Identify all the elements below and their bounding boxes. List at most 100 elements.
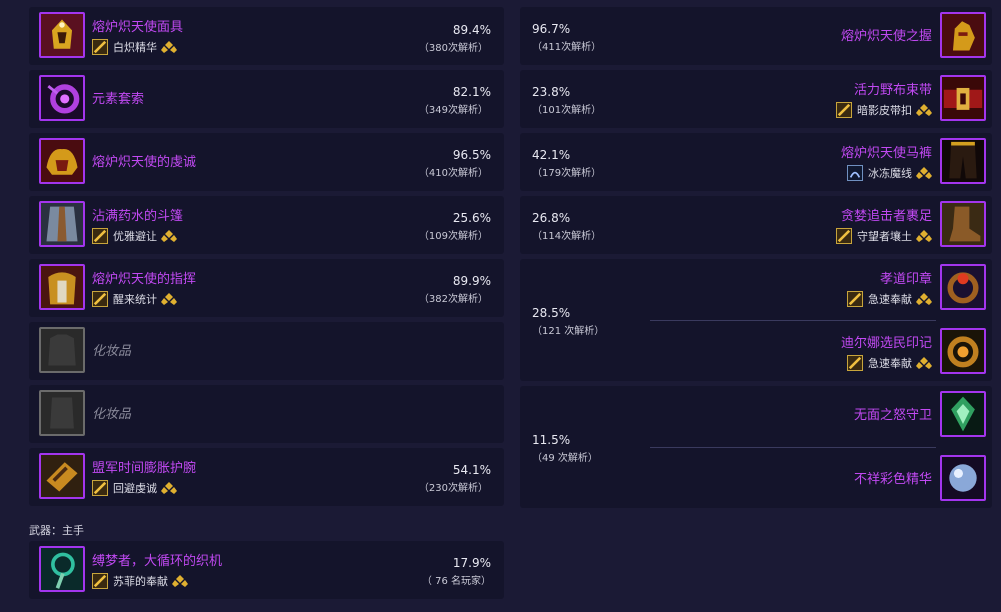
scroll-icon [836, 228, 852, 244]
enchant-name: 冰冻魔线 [868, 167, 912, 180]
item-name[interactable]: 不祥彩色精华 [854, 468, 932, 487]
parse-count: （410次解析） [418, 168, 488, 179]
gem-icon [916, 293, 932, 305]
gold-glove-icon[interactable] [940, 12, 986, 58]
gear-card-neck[interactable]: 元素套索 82.1% （349次解析） [29, 70, 504, 128]
usage-percent: 82.1% [452, 85, 491, 99]
enchant-name: 白炽精华 [113, 41, 157, 54]
cloak-icon[interactable] [39, 201, 85, 247]
item-name[interactable]: 迪尔娜选民印记 [841, 332, 932, 351]
enchant: 暗影皮带扣 [836, 102, 932, 118]
usage-percent: 89.9% [452, 274, 491, 288]
gear-card-shoulder[interactable]: 熔炉炽天使的虔诚 96.5% （410次解析） [29, 133, 504, 191]
item-name[interactable]: 缚梦者，大循环的织机 [92, 550, 222, 569]
gear-card-feet[interactable]: 26.8% （114次解析） 贪婪追击者裹足 守望者壤土 [520, 196, 992, 254]
item-name[interactable]: 无面之怒守卫 [854, 404, 932, 423]
item-name[interactable]: 贪婪追击者裹足 [841, 205, 932, 224]
item-name[interactable]: 盟军时间膨胀护腕 [92, 457, 196, 476]
buckle-icon [836, 102, 852, 118]
parse-count: （230次解析） [418, 483, 488, 494]
gem-icon [172, 575, 188, 587]
usage-percent: 17.9% [452, 556, 491, 570]
gear-card-legs[interactable]: 42.1% （179次解析） 熔炉炽天使马裤 冰冻魔线 [520, 133, 992, 191]
belt-icon[interactable] [940, 75, 986, 121]
gold-helm-icon[interactable] [39, 12, 85, 58]
purple-lasso-icon[interactable] [39, 75, 85, 121]
gem-icon [161, 230, 177, 242]
enchant: 回避虔诚 [92, 480, 177, 496]
scroll-icon [92, 291, 108, 307]
staff-icon[interactable] [39, 546, 85, 592]
bracer-icon[interactable] [39, 453, 85, 499]
enchant: 苏菲的奉献 [92, 573, 188, 589]
enchant-name: 守望者壤土 [857, 230, 912, 243]
divider [650, 320, 936, 321]
enchant-name: 暗影皮带扣 [857, 104, 912, 117]
item-name[interactable]: 活力野布束带 [854, 79, 932, 98]
parse-count: （380次解析） [418, 43, 488, 54]
scroll-icon [847, 291, 863, 307]
enchant-name: 优雅避让 [113, 230, 157, 243]
item-name[interactable]: 沾满药水的斗篷 [92, 205, 183, 224]
usage-percent: 26.8% [532, 211, 571, 225]
enchant: 冰冻魔线 [847, 165, 932, 181]
gold-chest-icon[interactable] [39, 264, 85, 310]
enchant: 急速奉献 [847, 355, 932, 371]
gem-icon [161, 293, 177, 305]
item-name[interactable]: 熔炉炽天使的虔诚 [92, 151, 196, 170]
gear-card-wrist[interactable]: 盟军时间膨胀护腕 回避虔诚 54.1% （230次解析） [29, 448, 504, 506]
parse-count: （114次解析） [532, 231, 602, 242]
item-name[interactable]: 元素套索 [92, 88, 144, 107]
gear-card-head[interactable]: 熔炉炽天使面具 白炽精华 89.4% （380次解析） [29, 7, 504, 65]
parse-count: （179次解析） [532, 168, 602, 179]
usage-percent: 25.6% [452, 211, 491, 225]
ring-icon[interactable] [940, 264, 986, 310]
item-name[interactable]: 熔炉炽天使之握 [841, 25, 932, 44]
empty-shirt-icon[interactable] [39, 327, 85, 373]
parse-count: （349次解析） [418, 105, 488, 116]
usage-percent: 11.5% [532, 433, 571, 447]
boots-icon[interactable] [940, 201, 986, 247]
trinkets-group: 11.5% （49 次解析） 无面之怒守卫 不祥彩色精华 [520, 386, 992, 508]
gear-card-hands[interactable]: 96.7% （411次解析） 熔炉炽天使之握 [520, 7, 992, 65]
scroll-icon [847, 355, 863, 371]
player-count: （ 76 名玩家） [421, 576, 491, 587]
enchant-name: 回避虔诚 [113, 482, 157, 495]
gear-card-chest[interactable]: 熔炉炽天使的指挥 醒来统计 89.9% （382次解析） [29, 259, 504, 317]
usage-percent: 96.5% [452, 148, 491, 162]
enchant-name: 苏菲的奉献 [113, 575, 168, 588]
empty-tabard-icon[interactable] [39, 390, 85, 436]
item-name[interactable]: 熔炉炽天使的指挥 [92, 268, 196, 287]
gear-card-tabard[interactable]: 化妆品 [29, 385, 504, 443]
parse-count: （121 次解析） [532, 326, 605, 337]
item-name[interactable]: 熔炉炽天使面具 [92, 16, 183, 35]
item-name[interactable]: 熔炉炽天使马裤 [841, 142, 932, 161]
parse-count: （101次解析） [532, 105, 602, 116]
scroll-icon [92, 480, 108, 496]
enchant: 优雅避让 [92, 228, 177, 244]
orb-icon[interactable] [940, 455, 986, 501]
gear-card-waist[interactable]: 23.8% （101次解析） 活力野布束带 暗影皮带扣 [520, 70, 992, 128]
parse-count: （382次解析） [418, 294, 488, 305]
gear-card-shirt[interactable]: 化妆品 [29, 322, 504, 380]
gear-card-mainhand[interactable]: 缚梦者，大循环的织机 苏菲的奉献 17.9% （ 76 名玩家） [29, 541, 504, 599]
gem-icon [916, 104, 932, 116]
usage-percent: 89.4% [452, 23, 491, 37]
gear-card-back[interactable]: 沾满药水的斗篷 优雅避让 25.6% （109次解析） [29, 196, 504, 254]
usage-percent: 23.8% [532, 85, 571, 99]
enchant-name: 醒来统计 [113, 293, 157, 306]
rings-group: 28.5% （121 次解析） 孝道印章 急速奉献 迪尔娜选民印记 急速奉献 [520, 259, 992, 381]
parse-count: （411次解析） [532, 42, 602, 53]
gold-shoulder-icon[interactable] [39, 138, 85, 184]
gem-icon [161, 482, 177, 494]
green-crest-icon[interactable] [940, 391, 986, 437]
parse-count: （109次解析） [418, 231, 488, 242]
gem-icon [916, 230, 932, 242]
usage-percent: 42.1% [532, 148, 571, 162]
item-name[interactable]: 孝道印章 [880, 268, 932, 287]
ring-icon[interactable] [940, 328, 986, 374]
usage-percent: 28.5% [532, 306, 571, 320]
gem-icon [161, 41, 177, 53]
pants-icon[interactable] [940, 138, 986, 184]
item-name: 化妆品 [92, 407, 132, 422]
